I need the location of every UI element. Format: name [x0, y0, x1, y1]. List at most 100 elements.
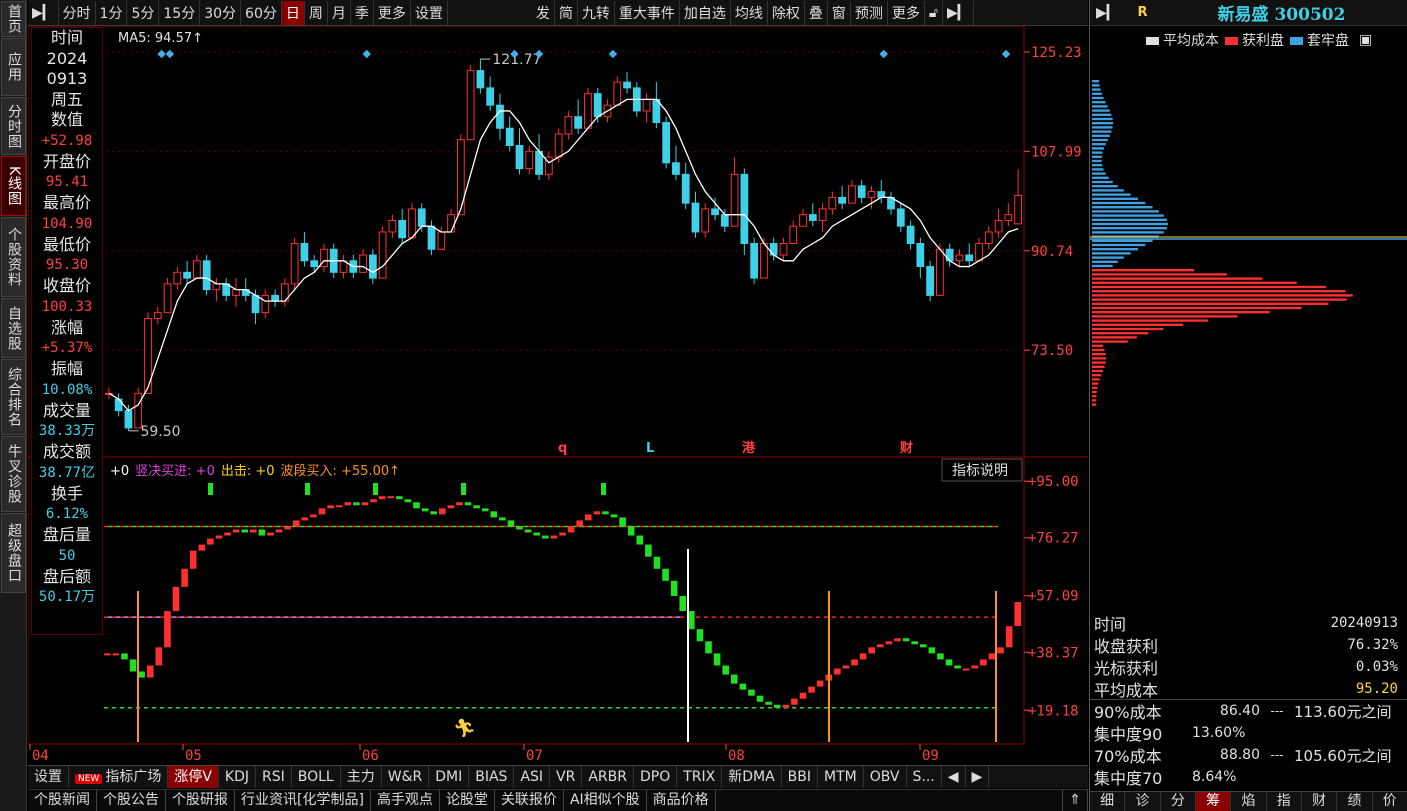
toolbar-tool-6[interactable]: 除权: [768, 0, 805, 25]
indicator-tab-17[interactable]: MTM: [818, 766, 864, 788]
indicator-tab-18[interactable]: OBV: [864, 766, 907, 788]
candle[interactable]: [730, 157, 739, 227]
toolbar-period-7[interactable]: 周: [305, 0, 328, 25]
toolbar-tool-8[interactable]: 窗: [828, 0, 851, 25]
diamond-marker[interactable]: [362, 49, 371, 59]
candle[interactable]: [975, 237, 983, 262]
candle[interactable]: [359, 249, 367, 273]
indicator-tab-0[interactable]: 设置: [28, 766, 69, 788]
indicator-tab-16[interactable]: BBI: [782, 766, 819, 788]
candle[interactable]: [769, 237, 778, 261]
indicator-tab-3[interactable]: KDJ: [219, 766, 256, 788]
left-nav-item-5[interactable]: 自选股: [1, 298, 26, 358]
candle[interactable]: [916, 237, 925, 279]
candle[interactable]: [584, 87, 592, 129]
event-marker-0[interactable]: q: [558, 441, 567, 456]
candle[interactable]: [838, 185, 847, 209]
toolbar-tool-1[interactable]: 简: [555, 0, 578, 25]
candle[interactable]: [808, 203, 817, 227]
candle[interactable]: [212, 278, 221, 302]
event-marker-1[interactable]: L: [646, 441, 654, 456]
candle[interactable]: [828, 191, 837, 215]
chip-tab-7[interactable]: 绩: [1337, 792, 1373, 811]
candle[interactable]: [857, 180, 866, 204]
candle[interactable]: [652, 82, 661, 129]
indicator-tab-7[interactable]: W&R: [382, 766, 430, 788]
candle[interactable]: [906, 220, 915, 250]
candle[interactable]: [202, 255, 211, 296]
diamond-marker[interactable]: [608, 49, 618, 59]
candle[interactable]: [896, 203, 905, 232]
left-nav-item-6[interactable]: 综合排名: [1, 359, 26, 435]
candle[interactable]: [799, 208, 807, 227]
candle[interactable]: [867, 185, 876, 209]
left-nav-item-1[interactable]: 应用: [1, 38, 26, 96]
collapse-up-icon[interactable]: ⇑: [1062, 790, 1088, 811]
candle[interactable]: [261, 289, 270, 319]
candle[interactable]: [945, 243, 954, 267]
candle[interactable]: [535, 133, 543, 181]
diamond-marker[interactable]: [165, 49, 175, 59]
indicator-tab-5[interactable]: BOLL: [292, 766, 341, 788]
candle[interactable]: [368, 249, 377, 284]
candle[interactable]: [505, 116, 514, 152]
news-tab-2[interactable]: 个股研报: [166, 790, 235, 811]
candle[interactable]: [173, 266, 182, 290]
chip-tab-1[interactable]: 诊: [1125, 792, 1161, 811]
indicator-tab-19[interactable]: S...: [907, 766, 942, 788]
chip-tab-4[interactable]: 焰: [1231, 792, 1267, 811]
candle[interactable]: [300, 231, 309, 267]
chip-mode-letter[interactable]: R: [1138, 5, 1148, 20]
candle[interactable]: [515, 128, 524, 175]
candle[interactable]: [750, 237, 759, 284]
candle[interactable]: [271, 289, 279, 307]
chip-tab-8[interactable]: 价: [1373, 792, 1407, 811]
candle[interactable]: [476, 59, 485, 94]
indicator-tab-14[interactable]: TRIX: [677, 766, 723, 788]
toolbar-period-0[interactable]: 分时: [59, 0, 96, 25]
news-tab-8[interactable]: 商品价格: [647, 790, 716, 811]
event-marker-2[interactable]: 港: [742, 440, 756, 456]
candle[interactable]: [818, 203, 827, 232]
candle[interactable]: [378, 226, 387, 279]
candle[interactable]: [564, 110, 573, 140]
candle[interactable]: [163, 278, 172, 314]
candle[interactable]: [887, 191, 895, 215]
candle[interactable]: [320, 243, 328, 273]
candle[interactable]: [466, 64, 475, 141]
candle[interactable]: [701, 203, 710, 238]
left-nav-item-2[interactable]: 分时图: [1, 97, 26, 155]
candle[interactable]: [134, 387, 143, 429]
candle[interactable]: [398, 208, 407, 244]
chip-tab-2[interactable]: 分: [1161, 792, 1196, 811]
collapse-icon[interactable]: ▶▎: [28, 0, 59, 25]
news-tab-1[interactable]: 个股公告: [97, 790, 166, 811]
diamond-marker[interactable]: [879, 49, 888, 59]
left-nav-item-4[interactable]: 个股资料: [1, 217, 26, 297]
indicator-tab-13[interactable]: DPO: [634, 766, 678, 788]
candle[interactable]: [613, 76, 622, 106]
toolbar-tool-10[interactable]: 更多: [888, 0, 925, 25]
candle[interactable]: [280, 278, 289, 307]
candle[interactable]: [984, 226, 993, 250]
diamond-marker[interactable]: [1001, 49, 1011, 59]
left-nav-item-7[interactable]: 牛叉诊股: [1, 436, 26, 512]
toolbar-period-9[interactable]: 季: [351, 0, 374, 25]
candle[interactable]: [183, 260, 191, 284]
indicator-tab-1[interactable]: NEW 指标广场: [69, 766, 169, 788]
chip-tab-0[interactable]: 细: [1090, 792, 1126, 811]
candle[interactable]: [544, 151, 553, 181]
candle[interactable]: [222, 278, 231, 302]
news-tab-0[interactable]: 个股新闻: [28, 790, 97, 811]
candle[interactable]: [789, 220, 798, 244]
candle[interactable]: [623, 71, 631, 94]
candle[interactable]: [339, 255, 348, 279]
chip-tab-3[interactable]: 筹: [1195, 792, 1232, 811]
left-nav-item-8[interactable]: 超级盘口: [1, 513, 26, 593]
candle[interactable]: [447, 208, 455, 233]
indicator-help-button[interactable]: 指标说明: [952, 463, 1008, 479]
indicator-tab-9[interactable]: BIAS: [469, 766, 515, 788]
candle[interactable]: [486, 76, 495, 111]
candle[interactable]: [642, 93, 651, 123]
candle[interactable]: [153, 306, 162, 325]
